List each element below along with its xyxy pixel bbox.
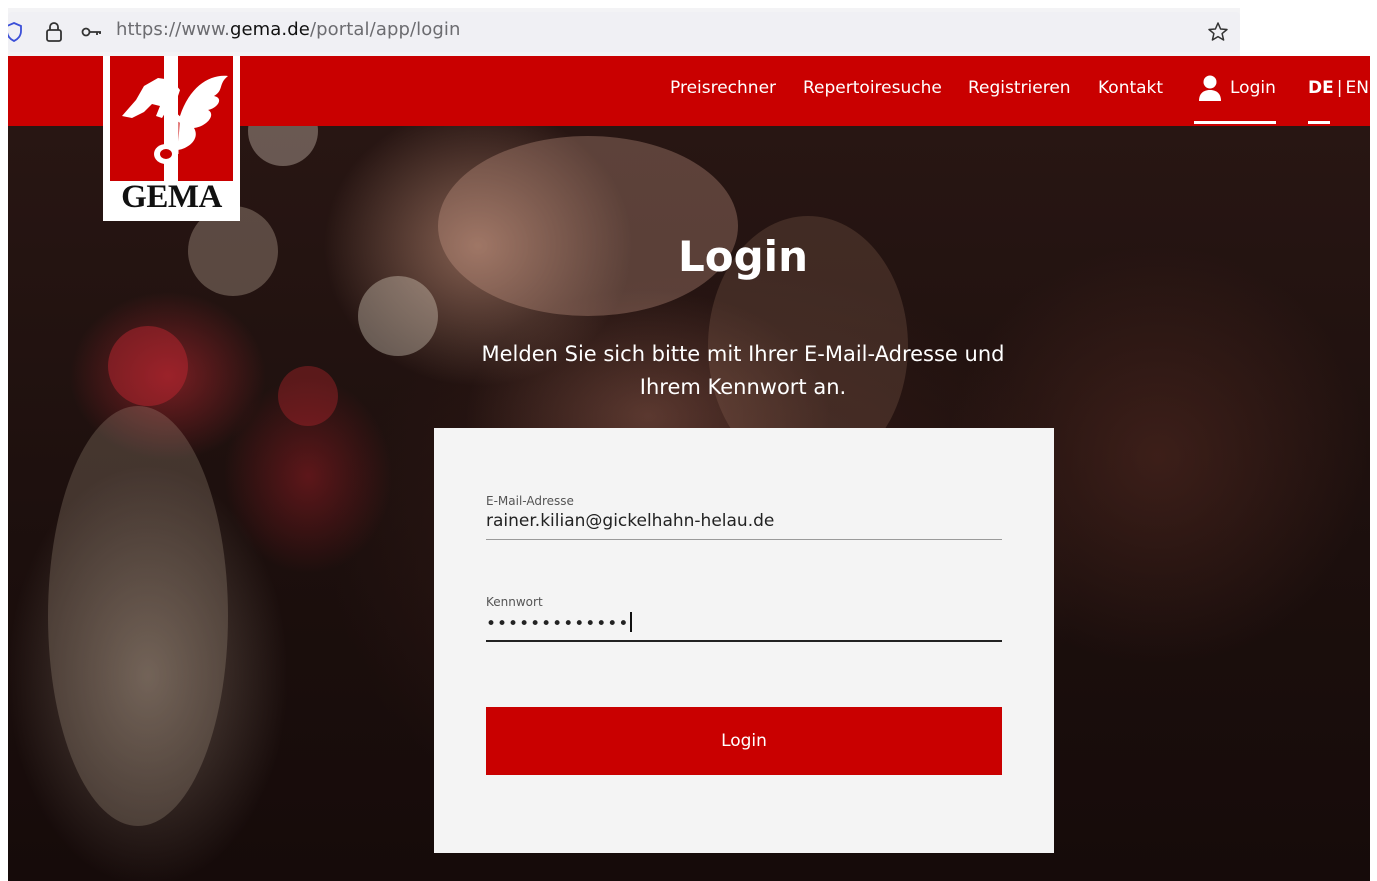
bokeh-light (48, 406, 228, 826)
password-underline (486, 640, 1002, 642)
nav-login-active-indicator (1194, 121, 1276, 124)
text-caret (630, 612, 633, 632)
browser-address-bar: https://www.gema.de/portal/app/login (8, 8, 1370, 56)
password-label: Kennwort (486, 595, 543, 609)
page-subtitle: Melden Sie sich bitte mit Ihrer E-Mail-A… (481, 342, 1005, 399)
bookmark-star-icon[interactable] (1206, 20, 1230, 44)
url-domain: gema.de (229, 19, 310, 40)
password-field[interactable]: ••••••••••••• (486, 612, 1002, 634)
nav-login-label: Login (1230, 78, 1276, 98)
lang-en[interactable]: EN (1345, 78, 1368, 98)
email-field[interactable]: rainer.kilian@gickelhahn-helau.de (486, 511, 1002, 531)
key-icon[interactable] (80, 20, 104, 44)
language-switcher: DE | EN (1308, 78, 1369, 98)
login-button[interactable]: Login (486, 707, 1002, 775)
page-title: Login (678, 232, 808, 281)
lang-separator: | (1336, 78, 1343, 98)
logo-red-field (110, 56, 233, 181)
bokeh-light (108, 326, 188, 406)
password-masked-value: ••••••••••••• (486, 614, 630, 634)
nav-repertoiresuche[interactable]: Repertoiresuche (803, 78, 942, 98)
nav-preisrechner[interactable]: Preisrechner (670, 78, 776, 98)
bokeh-light (278, 366, 338, 426)
lang-active-indicator (1308, 121, 1330, 124)
pegasus-note-icon (122, 56, 228, 181)
lock-icon[interactable] (42, 20, 66, 44)
bokeh-light (358, 276, 438, 356)
url-prefix: https://www. (116, 19, 230, 40)
logo-wordmark: GEMA (121, 179, 222, 215)
login-card: E-Mail-Adresse rainer.kilian@gickelhahn-… (434, 428, 1054, 853)
nav-login[interactable]: Login (1194, 56, 1276, 126)
shield-icon[interactable] (8, 20, 26, 44)
lang-de[interactable]: DE (1308, 78, 1334, 98)
url-text[interactable]: https://www.gema.de/portal/app/login (116, 19, 461, 40)
nav-kontakt[interactable]: Kontakt (1098, 78, 1163, 98)
toolbar-space (1240, 8, 1370, 56)
nav-registrieren[interactable]: Registrieren (968, 78, 1071, 98)
email-label: E-Mail-Adresse (486, 494, 574, 508)
email-underline (486, 539, 1002, 540)
url-path: /portal/app/login (309, 19, 461, 40)
gema-logo[interactable]: GEMA (103, 56, 240, 221)
page-frame: https://www.gema.de/portal/app/login Pre… (8, 8, 1370, 881)
user-icon (1199, 75, 1221, 101)
hand-shape (438, 136, 738, 316)
